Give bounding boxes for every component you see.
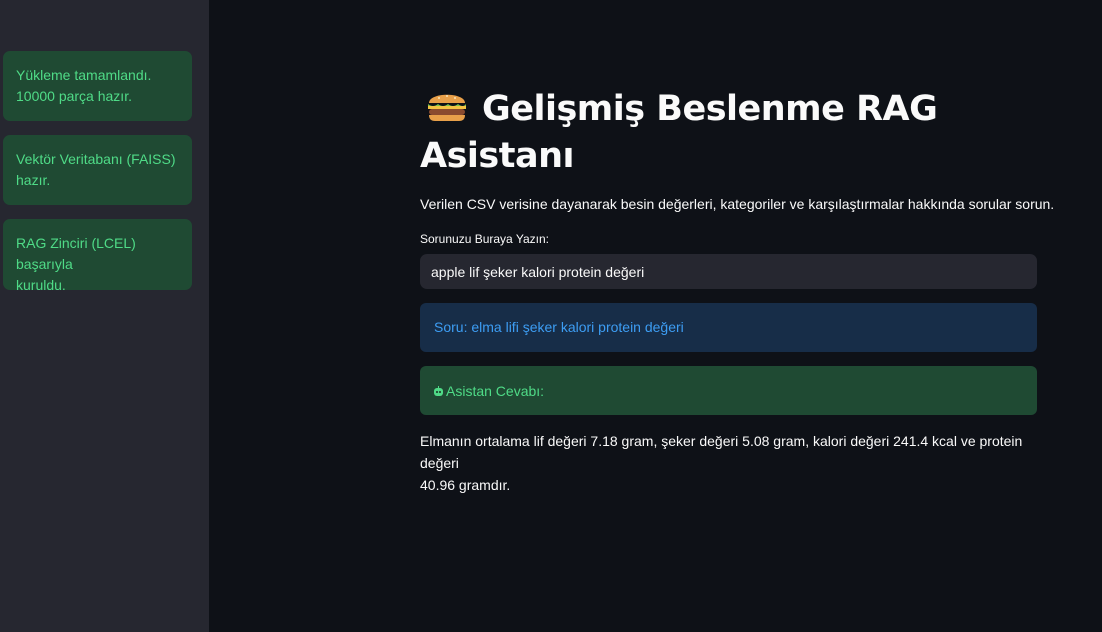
- answer-line-2: 40.96 gramdır.: [420, 477, 511, 493]
- question-input[interactable]: [420, 254, 1037, 289]
- alert-line: RAG Zinciri (LCEL) başarıyla: [16, 235, 136, 272]
- page-title: Gelişmiş Beslenme RAG Asistanı: [420, 86, 980, 180]
- assistant-answer-text: Elmanın ortalama lif değeri 7.18 gram, ş…: [420, 430, 1030, 496]
- answer-line-1: Elmanın ortalama lif değeri 7.18 gram, ş…: [420, 433, 1023, 471]
- assistant-answer-header: Asistan Cevabı:: [420, 366, 1037, 415]
- page-description: Verilen CSV verisine dayanarak besin değ…: [420, 196, 1055, 212]
- title-line-2: Asistanı: [420, 136, 575, 176]
- alert-line: 10000 parça hazır.: [16, 88, 132, 104]
- sidebar-alert-rag-chain-ready: RAG Zinciri (LCEL) başarıyla kuruldu.: [3, 219, 192, 293]
- burger-icon: [426, 88, 468, 124]
- alert-line: Yükleme tamamlandı.: [16, 67, 152, 83]
- sidebar: Yükleme tamamlandı. 10000 parça hazır. V…: [0, 0, 209, 632]
- main-content: Gelişmiş Beslenme RAG Asistanı Verilen C…: [209, 0, 1102, 632]
- question-input-label: Sorunuzu Buraya Yazın:: [420, 232, 549, 246]
- question-info-text: Soru: elma lifi şeker kalori protein değ…: [434, 319, 684, 335]
- title-line-1: Gelişmiş Beslenme RAG: [482, 89, 938, 129]
- alert-line: hazır.: [16, 172, 51, 188]
- robot-icon: [433, 382, 444, 396]
- app-root: Yükleme tamamlandı. 10000 parça hazır. V…: [0, 0, 1102, 632]
- alert-line: Vektör Veritabanı (FAISS): [16, 151, 176, 167]
- sidebar-alert-upload-complete: Yükleme tamamlandı. 10000 parça hazır.: [3, 51, 192, 121]
- alert-line: kuruldu.: [16, 277, 66, 293]
- sidebar-alert-vector-db-ready: Vektör Veritabanı (FAISS) hazır.: [3, 135, 192, 205]
- question-info-box: Soru: elma lifi şeker kalori protein değ…: [420, 303, 1037, 352]
- assistant-answer-label: Asistan Cevabı:: [446, 383, 545, 399]
